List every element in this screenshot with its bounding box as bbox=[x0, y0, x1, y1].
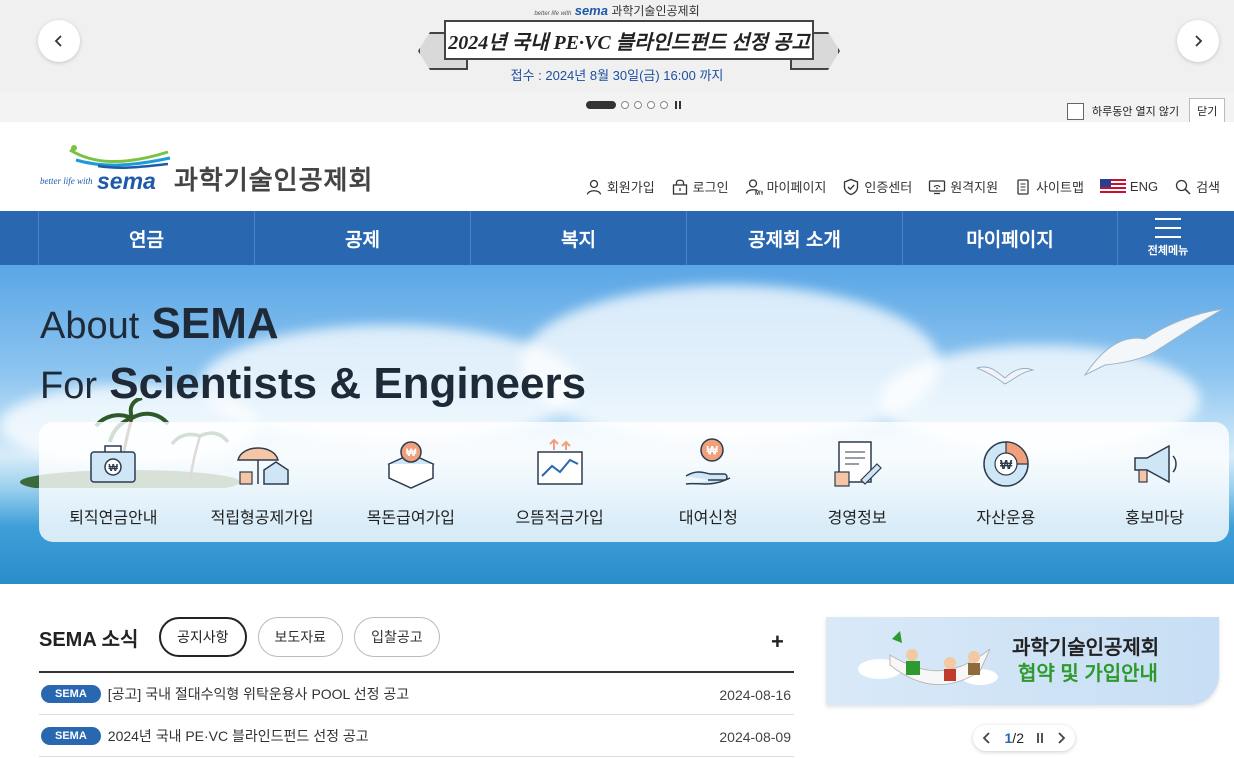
sema-badge: SEMA bbox=[41, 684, 101, 703]
popup-next-button[interactable] bbox=[1177, 20, 1219, 62]
popup-dot[interactable] bbox=[621, 101, 629, 109]
briefcase-won-icon: ₩ bbox=[90, 445, 137, 483]
today-close-area: 하루동안 열지 않기 닫기 bbox=[1067, 98, 1226, 124]
chevron-right-icon[interactable] bbox=[1057, 731, 1067, 745]
chevron-left-icon bbox=[54, 35, 62, 47]
seagull-small-image bbox=[975, 366, 1035, 385]
popup-dot[interactable] bbox=[660, 101, 668, 109]
quick-asset-management[interactable]: ₩ 자산운용 bbox=[932, 422, 1081, 542]
site-logo[interactable]: better life with sema 과학기술인공제회 bbox=[40, 144, 385, 195]
nav-mypage[interactable]: 마이페이지 bbox=[902, 211, 1118, 265]
util-signup[interactable]: 회원가입 bbox=[585, 177, 655, 196]
util-login[interactable]: 로그인 bbox=[671, 177, 729, 196]
news-list: SEMA [공고] 국내 절대수익형 위탁운용사 POOL 선정 공고 2024… bbox=[39, 673, 794, 757]
util-search[interactable]: 검색 bbox=[1174, 177, 1220, 196]
quick-saving-plan[interactable]: 적립형공제가입 bbox=[188, 422, 337, 542]
util-english[interactable]: ENG bbox=[1099, 178, 1158, 195]
megaphone-icon bbox=[1133, 444, 1177, 484]
hamburger-icon bbox=[1155, 218, 1181, 238]
news-item-date: 2024-08-16 bbox=[719, 687, 791, 703]
svg-text:MY: MY bbox=[755, 191, 763, 196]
nav-about[interactable]: 공제회 소개 bbox=[686, 211, 902, 265]
pause-icon[interactable] bbox=[675, 101, 683, 109]
side-banner-title: 과학기술인공제회 bbox=[1012, 637, 1160, 659]
main-navigation: 연금 공제 복지 공제회 소개 마이페이지 전체메뉴 bbox=[0, 211, 1234, 265]
util-cert-center[interactable]: 인증센터 bbox=[842, 177, 912, 196]
us-flag-icon bbox=[1099, 178, 1126, 195]
tab-bid[interactable]: 입찰공고 bbox=[354, 617, 440, 657]
shield-icon bbox=[844, 178, 859, 195]
more-button[interactable]: + bbox=[771, 629, 784, 655]
hero-title: About SEMA For Scientists & Engineers bbox=[40, 299, 587, 408]
news-item-title[interactable]: [공고] 국내 절대수익형 위탁운용사 POOL 선정 공고 bbox=[108, 684, 409, 704]
quick-promotion[interactable]: 홍보마당 bbox=[1080, 422, 1229, 542]
news-item-date: 2024-08-09 bbox=[719, 729, 791, 745]
util-remote-support[interactable]: 원격지원 bbox=[928, 177, 998, 196]
site-header: better life with sema 과학기술인공제회 회원가입 로그인 … bbox=[0, 122, 1234, 211]
quick-retirement-pension[interactable]: ₩ 퇴직연금안내 bbox=[39, 422, 188, 542]
popup-prev-button[interactable] bbox=[38, 20, 80, 62]
popup-pagination bbox=[586, 101, 683, 109]
util-mypage[interactable]: MY 마이페이지 bbox=[745, 177, 826, 196]
list-item[interactable]: SEMA [공고] 국내 절대수익형 위탁운용사 POOL 선정 공고 2024… bbox=[39, 673, 794, 715]
pause-icon[interactable] bbox=[1037, 733, 1044, 743]
news-tabs: 공지사항 보도자료 입찰공고 bbox=[159, 617, 440, 657]
all-menu-button[interactable]: 전체메뉴 bbox=[1118, 211, 1218, 265]
chevron-left-icon[interactable] bbox=[981, 731, 991, 745]
hand-coin-icon: ₩ bbox=[685, 438, 731, 485]
utility-menu: 회원가입 로그인 MY 마이페이지 인증센터 원격지원 사이트맵 ENG 검색 bbox=[585, 177, 1220, 196]
lock-icon bbox=[672, 179, 687, 195]
user-icon bbox=[586, 179, 601, 195]
popup-headline: 2024년 국내 PE·VC 블라인드펀드 선정 공고 bbox=[444, 20, 814, 60]
flying-people-image bbox=[858, 631, 998, 686]
pager-total: 2 bbox=[1016, 730, 1024, 746]
quick-lump-sum[interactable]: ₩ 목돈급여가입 bbox=[337, 422, 486, 542]
news-title: SEMA 소식 bbox=[39, 629, 139, 651]
popup-dot[interactable] bbox=[634, 101, 642, 109]
seagull-image bbox=[1083, 308, 1224, 377]
popup-close-button[interactable]: 닫기 bbox=[1189, 98, 1226, 124]
donut-won-icon: ₩ bbox=[983, 441, 1029, 487]
list-item[interactable]: SEMA 2024년 국내 PE·VC 블라인드펀드 선정 공고 2024-08… bbox=[39, 715, 794, 757]
search-icon bbox=[1175, 179, 1191, 195]
side-banner-subtitle: 협약 및 가입안내 bbox=[1018, 663, 1158, 685]
umbrella-house-icon bbox=[237, 447, 289, 485]
tab-notice[interactable]: 공지사항 bbox=[159, 617, 247, 657]
popup-dot[interactable] bbox=[586, 101, 616, 109]
popup-logo: better life with sema 과학기술인공제회 bbox=[534, 3, 700, 18]
sema-badge: SEMA bbox=[41, 726, 101, 745]
nav-welfare[interactable]: 복지 bbox=[470, 211, 686, 265]
remote-support-icon bbox=[929, 179, 946, 194]
document-pen-icon bbox=[834, 441, 882, 487]
side-banner-pager: 1/2 bbox=[973, 725, 1075, 751]
tab-press[interactable]: 보도자료 bbox=[257, 617, 344, 657]
quick-best-savings[interactable]: 으뜸적금가입 bbox=[485, 422, 634, 542]
news-item-title[interactable]: 2024년 국내 PE·VC 블라인드펀드 선정 공고 bbox=[108, 726, 369, 746]
popup-ribbon[interactable]: 2024년 국내 PE·VC 블라인드펀드 선정 공고 bbox=[418, 20, 840, 70]
today-close-checkbox[interactable] bbox=[1067, 102, 1084, 120]
chevron-right-icon bbox=[1195, 35, 1203, 47]
svg-text:₩: ₩ bbox=[707, 444, 719, 458]
my-user-icon: MY bbox=[745, 178, 763, 196]
box-won-icon: ₩ bbox=[387, 441, 435, 489]
quick-management-info[interactable]: 경영정보 bbox=[783, 422, 932, 542]
popup-subtext: 접수 : 2024년 8월 30일(금) 16:00 까지 bbox=[510, 68, 724, 83]
svg-text:₩: ₩ bbox=[1000, 457, 1013, 472]
today-close-label: 하루동안 열지 않기 bbox=[1092, 106, 1180, 118]
popup-banner: better life with sema 과학기술인공제회 2024년 국내 … bbox=[0, 0, 1234, 124]
quick-menu: ₩ 퇴직연금안내 적립형공제가입 ₩ 목돈급여가입 으뜸적금가입 ₩ 대여신청 … bbox=[39, 422, 1229, 542]
side-banner[interactable]: 과학기술인공제회 협약 및 가입안내 bbox=[826, 617, 1219, 705]
sitemap-icon bbox=[1017, 178, 1029, 195]
nav-mutual-aid[interactable]: 공제 bbox=[254, 211, 470, 265]
quick-loan-request[interactable]: ₩ 대여신청 bbox=[634, 422, 783, 542]
svg-text:₩: ₩ bbox=[406, 447, 417, 459]
nav-pension[interactable]: 연금 bbox=[38, 211, 254, 265]
util-sitemap[interactable]: 사이트맵 bbox=[1014, 177, 1084, 196]
chart-growth-icon bbox=[536, 438, 583, 485]
svg-text:₩: ₩ bbox=[109, 463, 119, 474]
popup-dot[interactable] bbox=[647, 101, 655, 109]
hero-banner: About SEMA For Scientists & Engineers ₩ … bbox=[0, 265, 1234, 584]
